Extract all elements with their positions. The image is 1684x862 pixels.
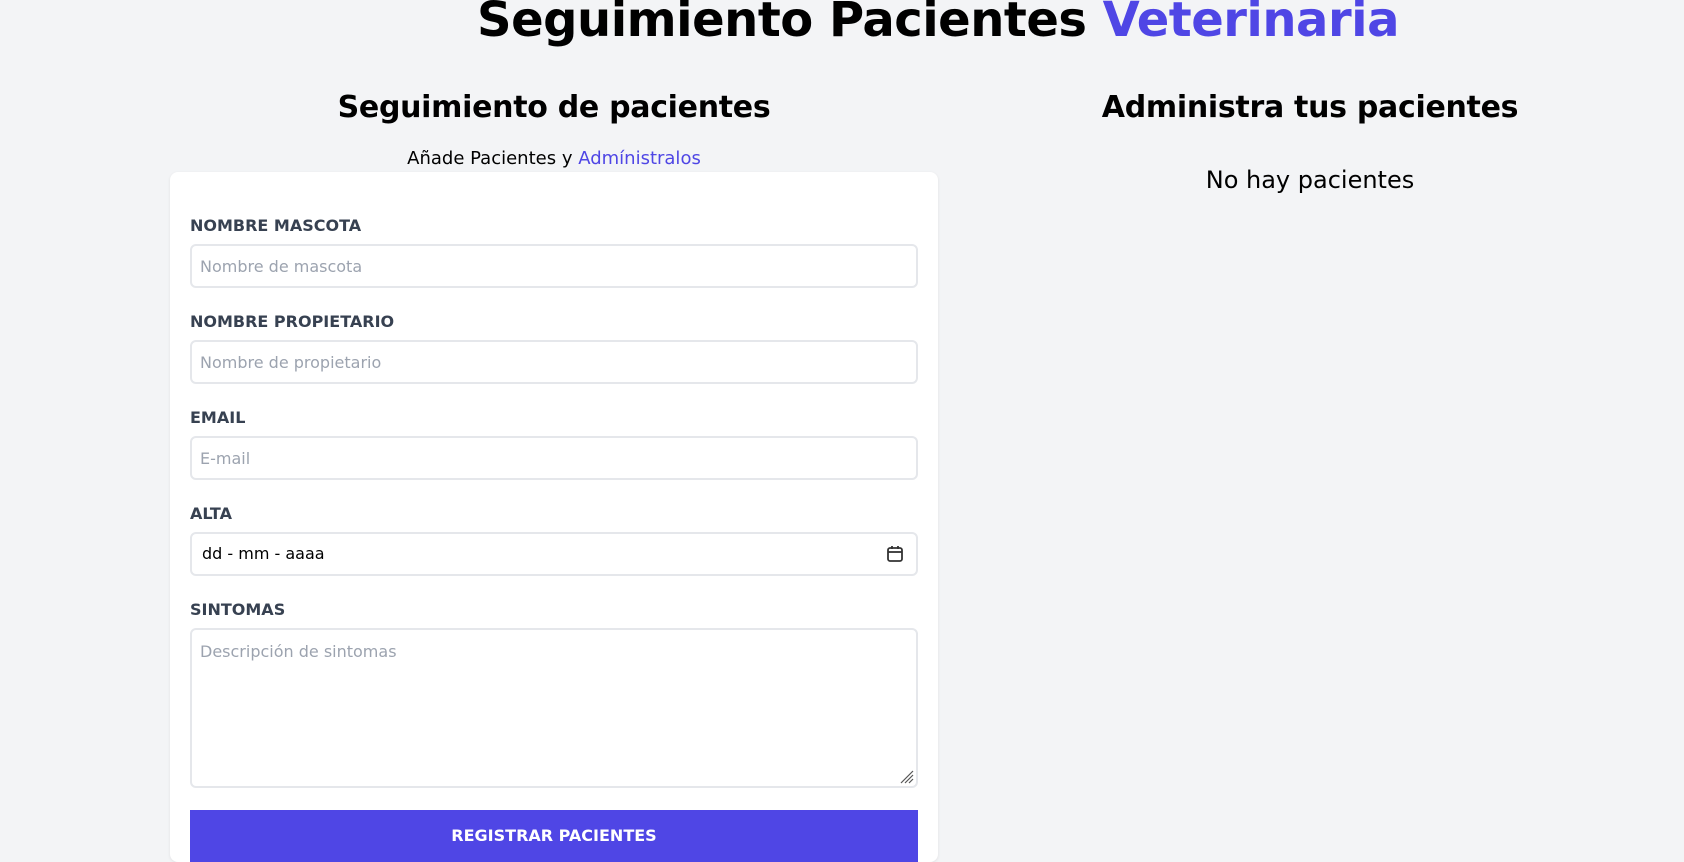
symptoms-textarea[interactable] [190,628,918,788]
page-title: Seguimiento Pacientes Veterinaria [0,0,1684,50]
discharge-label: ALTA [190,504,232,523]
owner-name-label: NOMBRE PROPIETARIO [190,312,395,331]
resize-handle-icon[interactable] [898,768,914,784]
pet-name-label: NOMBRE MASCOTA [190,216,362,235]
form-subtitle-accent: Admínistralos [578,148,701,169]
list-section-title: Administra tus pacientes [1101,90,1519,125]
page-title-main: Seguimiento Pacientes [477,0,1103,48]
form-subtitle-prefix: Añade Pacientes y [407,148,579,169]
email-input[interactable] [190,436,918,480]
discharge-date-input[interactable]: dd - mm - aaaa [190,532,918,576]
pet-name-input[interactable] [190,244,918,288]
email-label: EMAIL [190,408,246,427]
patient-form: NOMBRE MASCOTA NOMBRE PROPIETARIO EMAIL … [170,172,938,862]
form-section-subtitle: Añade Pacientes y Admínistralos [170,144,938,174]
empty-list-message: No hay pacientes [1205,166,1415,194]
form-section-title: Seguimiento de pacientes [337,90,771,125]
calendar-icon[interactable] [886,545,904,563]
owner-name-input[interactable] [190,340,918,384]
patient-list-section: Administra tus pacientes No hay paciente… [958,86,1662,194]
symptoms-wrapper [170,628,938,788]
symptoms-label: SINTOMAS [190,600,286,619]
register-patient-button[interactable]: REGISTRAR PACIENTES [190,810,918,862]
discharge-date-display: dd - mm - aaaa [202,544,325,563]
page-title-accent: Veterinaria [1102,0,1400,48]
form-section-header: Seguimiento de pacientes Añade Pacientes… [170,86,938,169]
